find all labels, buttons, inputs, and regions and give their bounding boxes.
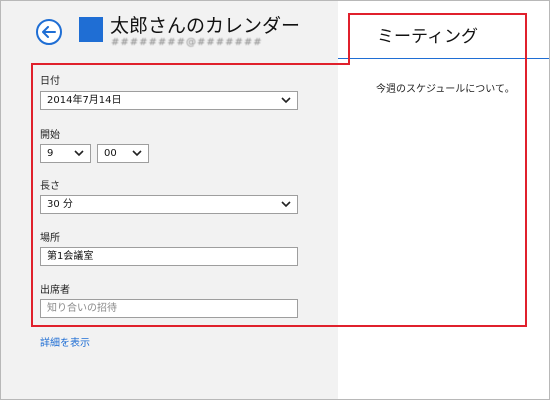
date-select[interactable]: 2014年7月14日 <box>40 91 298 110</box>
start-minute-select[interactable]: 00 <box>97 144 149 163</box>
back-button[interactable] <box>36 19 62 45</box>
show-details-link[interactable]: 詳細を表示 <box>40 334 90 349</box>
date-label: 日付 <box>40 76 60 87</box>
duration-label: 長さ <box>40 181 60 192</box>
start-hour-select[interactable]: 9 <box>40 144 91 163</box>
event-detail-pane <box>338 1 549 399</box>
chevron-down-icon <box>281 97 291 104</box>
duration-select[interactable]: 30 分 <box>40 195 298 214</box>
attendees-label: 出席者 <box>40 285 70 296</box>
location-value: 第1会議室 <box>47 251 94 262</box>
arrow-left-icon <box>42 26 56 38</box>
location-input[interactable]: 第1会議室 <box>40 247 298 266</box>
start-label: 開始 <box>40 130 60 141</box>
location-label: 場所 <box>40 233 60 244</box>
calendar-color-swatch <box>79 17 103 42</box>
duration-value: 30 分 <box>47 199 73 210</box>
calendar-title: 太郎さんのカレンダー <box>110 15 301 37</box>
calendar-account: ########@####### <box>111 37 263 48</box>
chevron-down-icon <box>74 150 84 157</box>
start-hour-value: 9 <box>47 148 54 159</box>
event-title-input[interactable]: ミーティング <box>377 22 478 47</box>
title-underline <box>338 58 549 59</box>
attendees-placeholder: 知り合いの招待 <box>47 303 117 314</box>
event-description[interactable]: 今週のスケジュールについて。 <box>376 80 515 95</box>
chevron-down-icon <box>132 150 142 157</box>
start-minute-value: 00 <box>104 148 117 159</box>
chevron-down-icon <box>281 201 291 208</box>
date-value: 2014年7月14日 <box>47 95 122 106</box>
attendees-input[interactable]: 知り合いの招待 <box>40 299 298 318</box>
